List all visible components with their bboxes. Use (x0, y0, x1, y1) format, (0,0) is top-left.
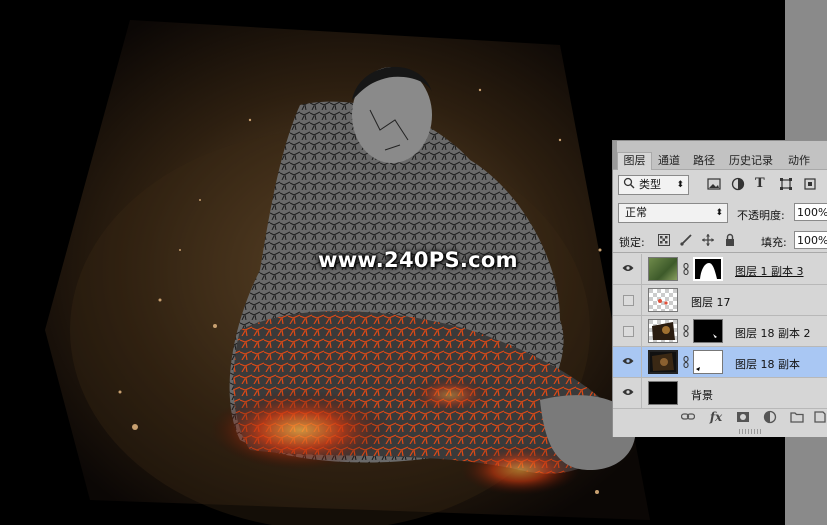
tab-actions[interactable]: 动作 (782, 153, 816, 170)
tab-history[interactable]: 历史记录 (723, 153, 779, 170)
opacity-input[interactable]: 100% (794, 203, 827, 221)
chevron-updown-icon: ⬍ (715, 208, 723, 218)
tab-layers[interactable]: 图层 (617, 152, 652, 170)
layer-thumbnail[interactable] (648, 350, 678, 374)
layer-row[interactable]: 图层 18 副本 2 (613, 316, 827, 347)
blend-row: 正常 ⬍ 不透明度: 100% (613, 199, 827, 225)
new-group-icon[interactable] (790, 410, 804, 424)
link-layers-icon[interactable] (680, 410, 696, 424)
visibility-toggle[interactable] (615, 378, 642, 408)
layer-thumbnail[interactable] (648, 257, 678, 281)
layer-thumbnail[interactable] (648, 319, 678, 343)
filter-kind-select[interactable]: 类型 ⬍ (618, 175, 689, 195)
blend-mode-select[interactable]: 正常 ⬍ (618, 203, 728, 223)
fx-icon[interactable]: fx (709, 410, 723, 424)
blend-mode-value: 正常 (625, 206, 647, 219)
type-filter-icon[interactable]: T (755, 177, 769, 191)
search-icon (623, 176, 635, 196)
layer-name[interactable]: 图层 18 副本 (735, 356, 800, 372)
smart-object-filter-icon[interactable] (803, 177, 817, 191)
add-mask-icon[interactable] (736, 410, 750, 424)
visibility-toggle[interactable] (615, 347, 642, 377)
fill-input[interactable]: 100% (794, 231, 827, 249)
layer-row[interactable]: 图层 17 (613, 285, 827, 316)
layer-row[interactable]: 图层 1 副本 3 (613, 254, 827, 285)
panel-tab-bar: 图层 通道 路径 历史记录 动作 (613, 141, 827, 170)
hidden-box-icon (623, 326, 634, 337)
visibility-toggle[interactable] (615, 254, 642, 284)
filter-kind-value: 类型 (639, 178, 661, 191)
fill-label: 填充: (761, 236, 787, 249)
link-icon[interactable] (683, 356, 689, 368)
hidden-box-icon (623, 295, 634, 306)
shape-filter-icon[interactable] (779, 177, 793, 191)
layer-row[interactable]: 背景 (613, 378, 827, 409)
tab-paths[interactable]: 路径 (688, 153, 720, 170)
layer-thumbnail[interactable] (648, 381, 678, 405)
link-icon[interactable] (683, 263, 689, 275)
opacity-label: 不透明度: (737, 209, 785, 222)
layer-name[interactable]: 图层 18 副本 2 (735, 325, 811, 341)
eye-icon (622, 358, 634, 364)
layer-thumbnail[interactable] (648, 288, 678, 312)
layer-mask-thumbnail[interactable] (693, 350, 723, 374)
layer-mask-thumbnail[interactable] (693, 257, 723, 281)
layer-mask-thumbnail[interactable] (693, 319, 723, 343)
layer-name[interactable]: 图层 17 (691, 294, 731, 310)
lock-position-icon[interactable] (701, 233, 715, 247)
visibility-toggle[interactable] (615, 285, 642, 315)
tab-channels[interactable]: 通道 (653, 153, 685, 170)
eye-icon (622, 265, 634, 271)
layer-list: 图层 1 副本 3 图层 17 图层 18 副本 2 图层 18 副本 背景 (613, 254, 827, 409)
chevron-updown-icon: ⬍ (676, 180, 684, 190)
layer-name[interactable]: 图层 1 副本 3 (735, 263, 804, 279)
layer-filter-row: 类型 ⬍ T (613, 171, 827, 197)
layer-name[interactable]: 背景 (691, 387, 713, 403)
panel-resize-grip[interactable] (739, 429, 761, 434)
lock-transparent-pixels-icon[interactable] (657, 233, 671, 247)
lock-image-pixels-icon[interactable] (679, 233, 693, 247)
lock-all-icon[interactable] (723, 233, 737, 247)
image-filter-icon[interactable] (707, 177, 721, 191)
link-icon[interactable] (683, 325, 689, 337)
watermark-text: www.240PS.com (318, 248, 518, 272)
eye-icon (622, 389, 634, 395)
adjustment-filter-icon[interactable] (731, 177, 745, 191)
visibility-toggle[interactable] (615, 316, 642, 346)
lock-label: 锁定: (619, 236, 645, 249)
panel-bottom-bar: fx (613, 406, 827, 428)
new-layer-icon[interactable] (813, 410, 827, 424)
adjustment-layer-icon[interactable] (763, 410, 777, 424)
layer-row-selected[interactable]: 图层 18 副本 (613, 347, 827, 378)
lock-row: 锁定: 填充: 100% (613, 228, 827, 253)
layers-panel: 图层 通道 路径 历史记录 动作 类型 ⬍ T 正常 ⬍ 不透明度: 100% … (612, 140, 827, 437)
